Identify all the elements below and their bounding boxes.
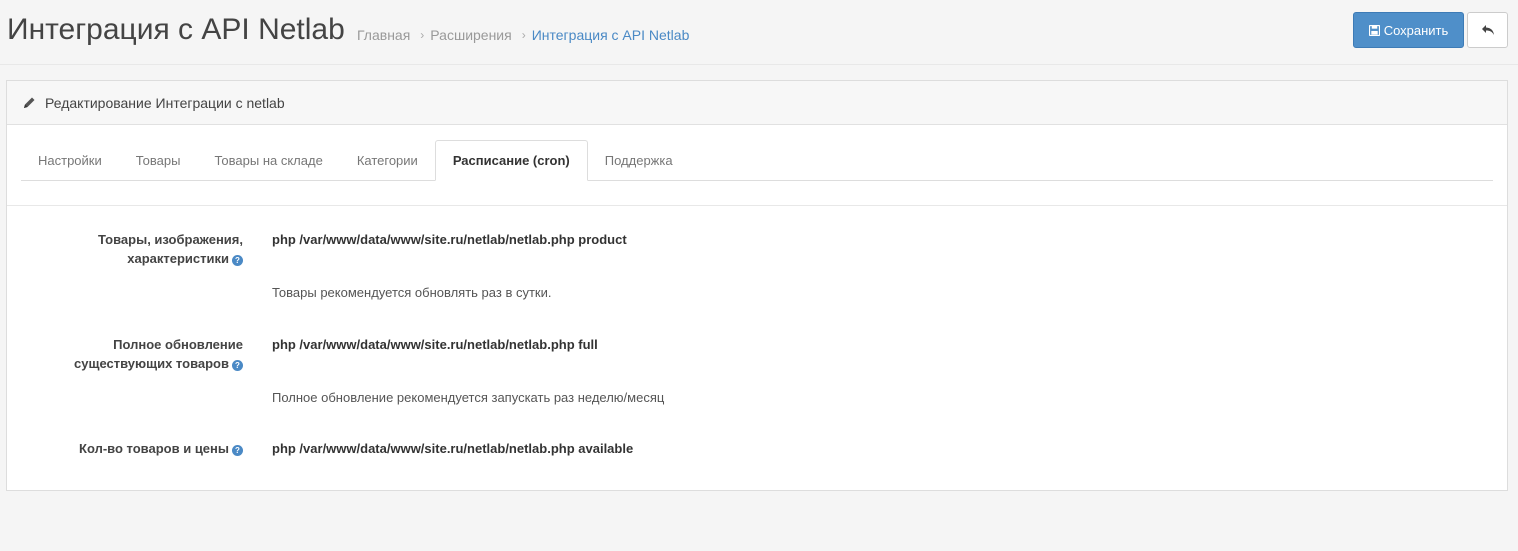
save-button[interactable]: Сохранить bbox=[1353, 12, 1464, 48]
tab-settings[interactable]: Настройки bbox=[21, 140, 119, 180]
save-button-label: Сохранить bbox=[1383, 22, 1449, 38]
cron-command-products: php /var/www/data/www/site.ru/netlab/net… bbox=[272, 232, 627, 247]
reply-icon bbox=[1481, 24, 1495, 36]
cron-command-available: php /var/www/data/www/site.ru/netlab/net… bbox=[272, 441, 634, 456]
tab-products[interactable]: Товары bbox=[119, 140, 198, 180]
label-text: характеристики bbox=[127, 251, 229, 266]
pencil-icon bbox=[23, 96, 36, 109]
breadcrumb-separator: › bbox=[521, 28, 526, 42]
tab-categories[interactable]: Категории bbox=[340, 140, 435, 180]
cron-hint-full: Полное обновление рекомендуется запускат… bbox=[272, 390, 665, 405]
divider bbox=[7, 205, 1507, 206]
page-title: Интеграция с API Netlab bbox=[7, 13, 345, 46]
label-line: Полное обновление bbox=[113, 337, 243, 352]
breadcrumb-item-extensions[interactable]: Расширения bbox=[430, 26, 511, 44]
help-icon[interactable]: ? bbox=[232, 360, 243, 371]
label-text: Кол-во товаров и цены bbox=[79, 441, 229, 456]
edit-panel: Редактирование Интеграции с netlab Настр… bbox=[6, 80, 1508, 491]
label-line: Товары, изображения, bbox=[98, 232, 243, 247]
panel-title: Редактирование Интеграции с netlab bbox=[45, 94, 285, 111]
help-icon[interactable]: ? bbox=[232, 255, 243, 266]
tab-products-in-stock[interactable]: Товары на складе bbox=[197, 140, 339, 180]
breadcrumb-item-current[interactable]: Интеграция с API Netlab bbox=[532, 26, 690, 44]
breadcrumb-separator: › bbox=[420, 28, 425, 42]
label-line: характеристики? bbox=[23, 249, 243, 268]
tab-schedule-cron[interactable]: Расписание (cron) bbox=[434, 140, 588, 181]
floppy-disk-icon bbox=[1368, 24, 1380, 36]
label-text: существующих товаров bbox=[74, 356, 229, 371]
page-header: Интеграция с API Netlab Главная › Расшир… bbox=[0, 0, 1518, 65]
cron-label-full: Полное обновление существующих товаров? bbox=[23, 335, 243, 373]
breadcrumb-item-home[interactable]: Главная bbox=[357, 26, 410, 44]
cron-hint-products: Товары рекомендуется обновлять раз в сут… bbox=[272, 285, 552, 300]
panel-heading: Редактирование Интеграции с netlab bbox=[7, 81, 1507, 125]
cron-command-full: php /var/www/data/www/site.ru/netlab/net… bbox=[272, 337, 598, 352]
cron-label-available: Кол-во товаров и цены? bbox=[23, 439, 243, 458]
tab-bar: Настройки Товары Товары на складе Катего… bbox=[21, 140, 1493, 181]
cron-label-products: Товары, изображения, характеристики? bbox=[23, 230, 243, 268]
help-icon[interactable]: ? bbox=[232, 445, 243, 456]
tab-support[interactable]: Поддержка bbox=[588, 140, 690, 180]
back-button[interactable] bbox=[1467, 12, 1508, 48]
breadcrumb: Главная › Расширения › Интеграция с API … bbox=[357, 26, 689, 44]
label-line: существующих товаров? bbox=[23, 354, 243, 373]
